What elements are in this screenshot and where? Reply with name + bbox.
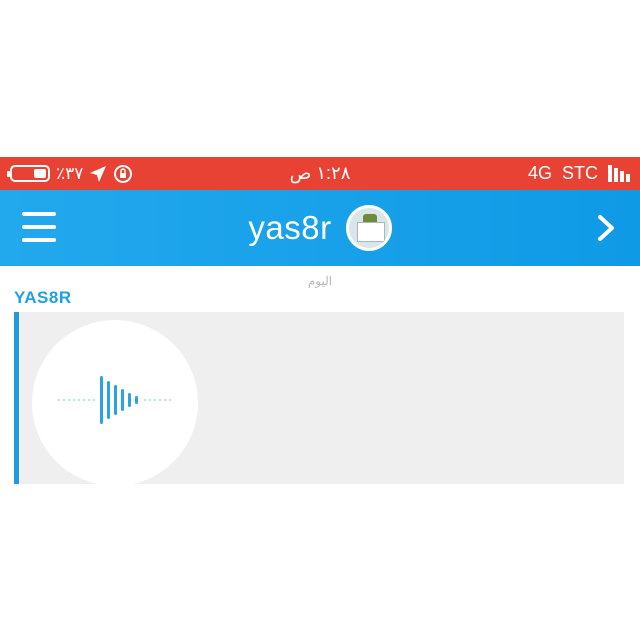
date-label: اليوم bbox=[307, 274, 333, 288]
header-title-group[interactable]: yas8r bbox=[0, 204, 640, 252]
voice-note-play-area[interactable] bbox=[32, 320, 198, 484]
waveform-icon bbox=[58, 376, 171, 424]
signal-icon bbox=[608, 165, 630, 182]
header-title: yas8r bbox=[248, 209, 332, 246]
avatar[interactable] bbox=[345, 205, 392, 251]
carrier-name: STC bbox=[562, 163, 598, 183]
sender-name: YAS8R bbox=[14, 288, 72, 307]
voice-note-message[interactable] bbox=[20, 312, 624, 484]
network-type: 4G bbox=[527, 163, 552, 183]
app-header: yas8r bbox=[0, 190, 640, 266]
status-right-group: 4G STC bbox=[528, 157, 630, 190]
empty-lower-area bbox=[0, 484, 640, 640]
chat-card: اليوم YAS8R bbox=[0, 266, 640, 484]
chevron-right-icon[interactable] bbox=[592, 208, 620, 248]
status-bar: ٪٣٧ ١:٢٨ ص 4G STC bbox=[0, 157, 640, 190]
message-accent-bar bbox=[14, 312, 19, 484]
